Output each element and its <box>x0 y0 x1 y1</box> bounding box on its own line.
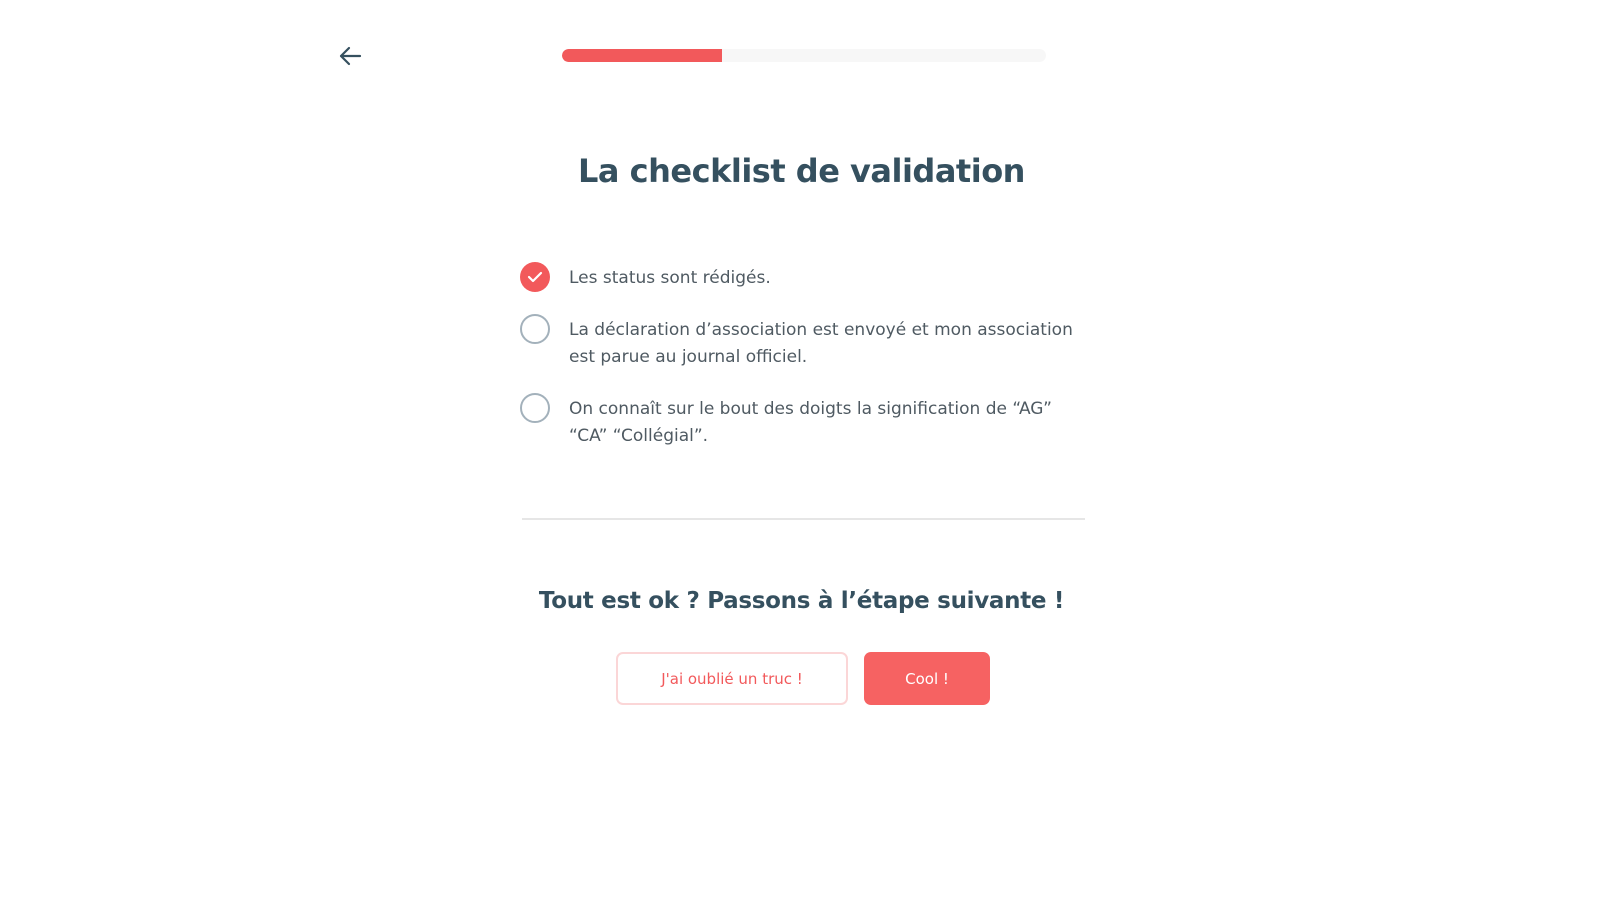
checklist-item-declaration[interactable]: La déclaration d’association est envoyé … <box>520 314 1085 371</box>
progress-bar-fill <box>562 49 722 62</box>
cta-title: Tout est ok ? Passons à l’étape suivante… <box>538 588 1065 614</box>
page-title: La checklist de validation <box>578 152 1025 190</box>
checklist-item-label: On connaît sur le bout des doigts la sig… <box>569 399 1052 446</box>
progress-bar <box>562 49 1046 62</box>
checklist-item-vocabulaire[interactable]: On connaît sur le bout des doigts la sig… <box>520 393 1085 450</box>
checkbox-unchecked[interactable] <box>520 314 550 344</box>
checklist-item-label: La déclaration d’association est envoyé … <box>569 320 1073 367</box>
checkbox-checked[interactable] <box>520 262 550 292</box>
checklist-item-label: Les status sont rédigés. <box>569 268 771 288</box>
forgot-something-button[interactable]: J'ai oublié un truc ! <box>616 652 848 705</box>
divider <box>522 518 1085 520</box>
arrow-left-icon <box>339 46 362 66</box>
back-button[interactable] <box>336 42 364 70</box>
cool-button[interactable]: Cool ! <box>864 652 990 705</box>
checklist-page: La checklist de validation Les status so… <box>0 0 1600 900</box>
checkbox-unchecked[interactable] <box>520 393 550 423</box>
checklist-item-statuts[interactable]: Les status sont rédigés. <box>520 262 1085 292</box>
checkmark-icon <box>527 271 543 283</box>
